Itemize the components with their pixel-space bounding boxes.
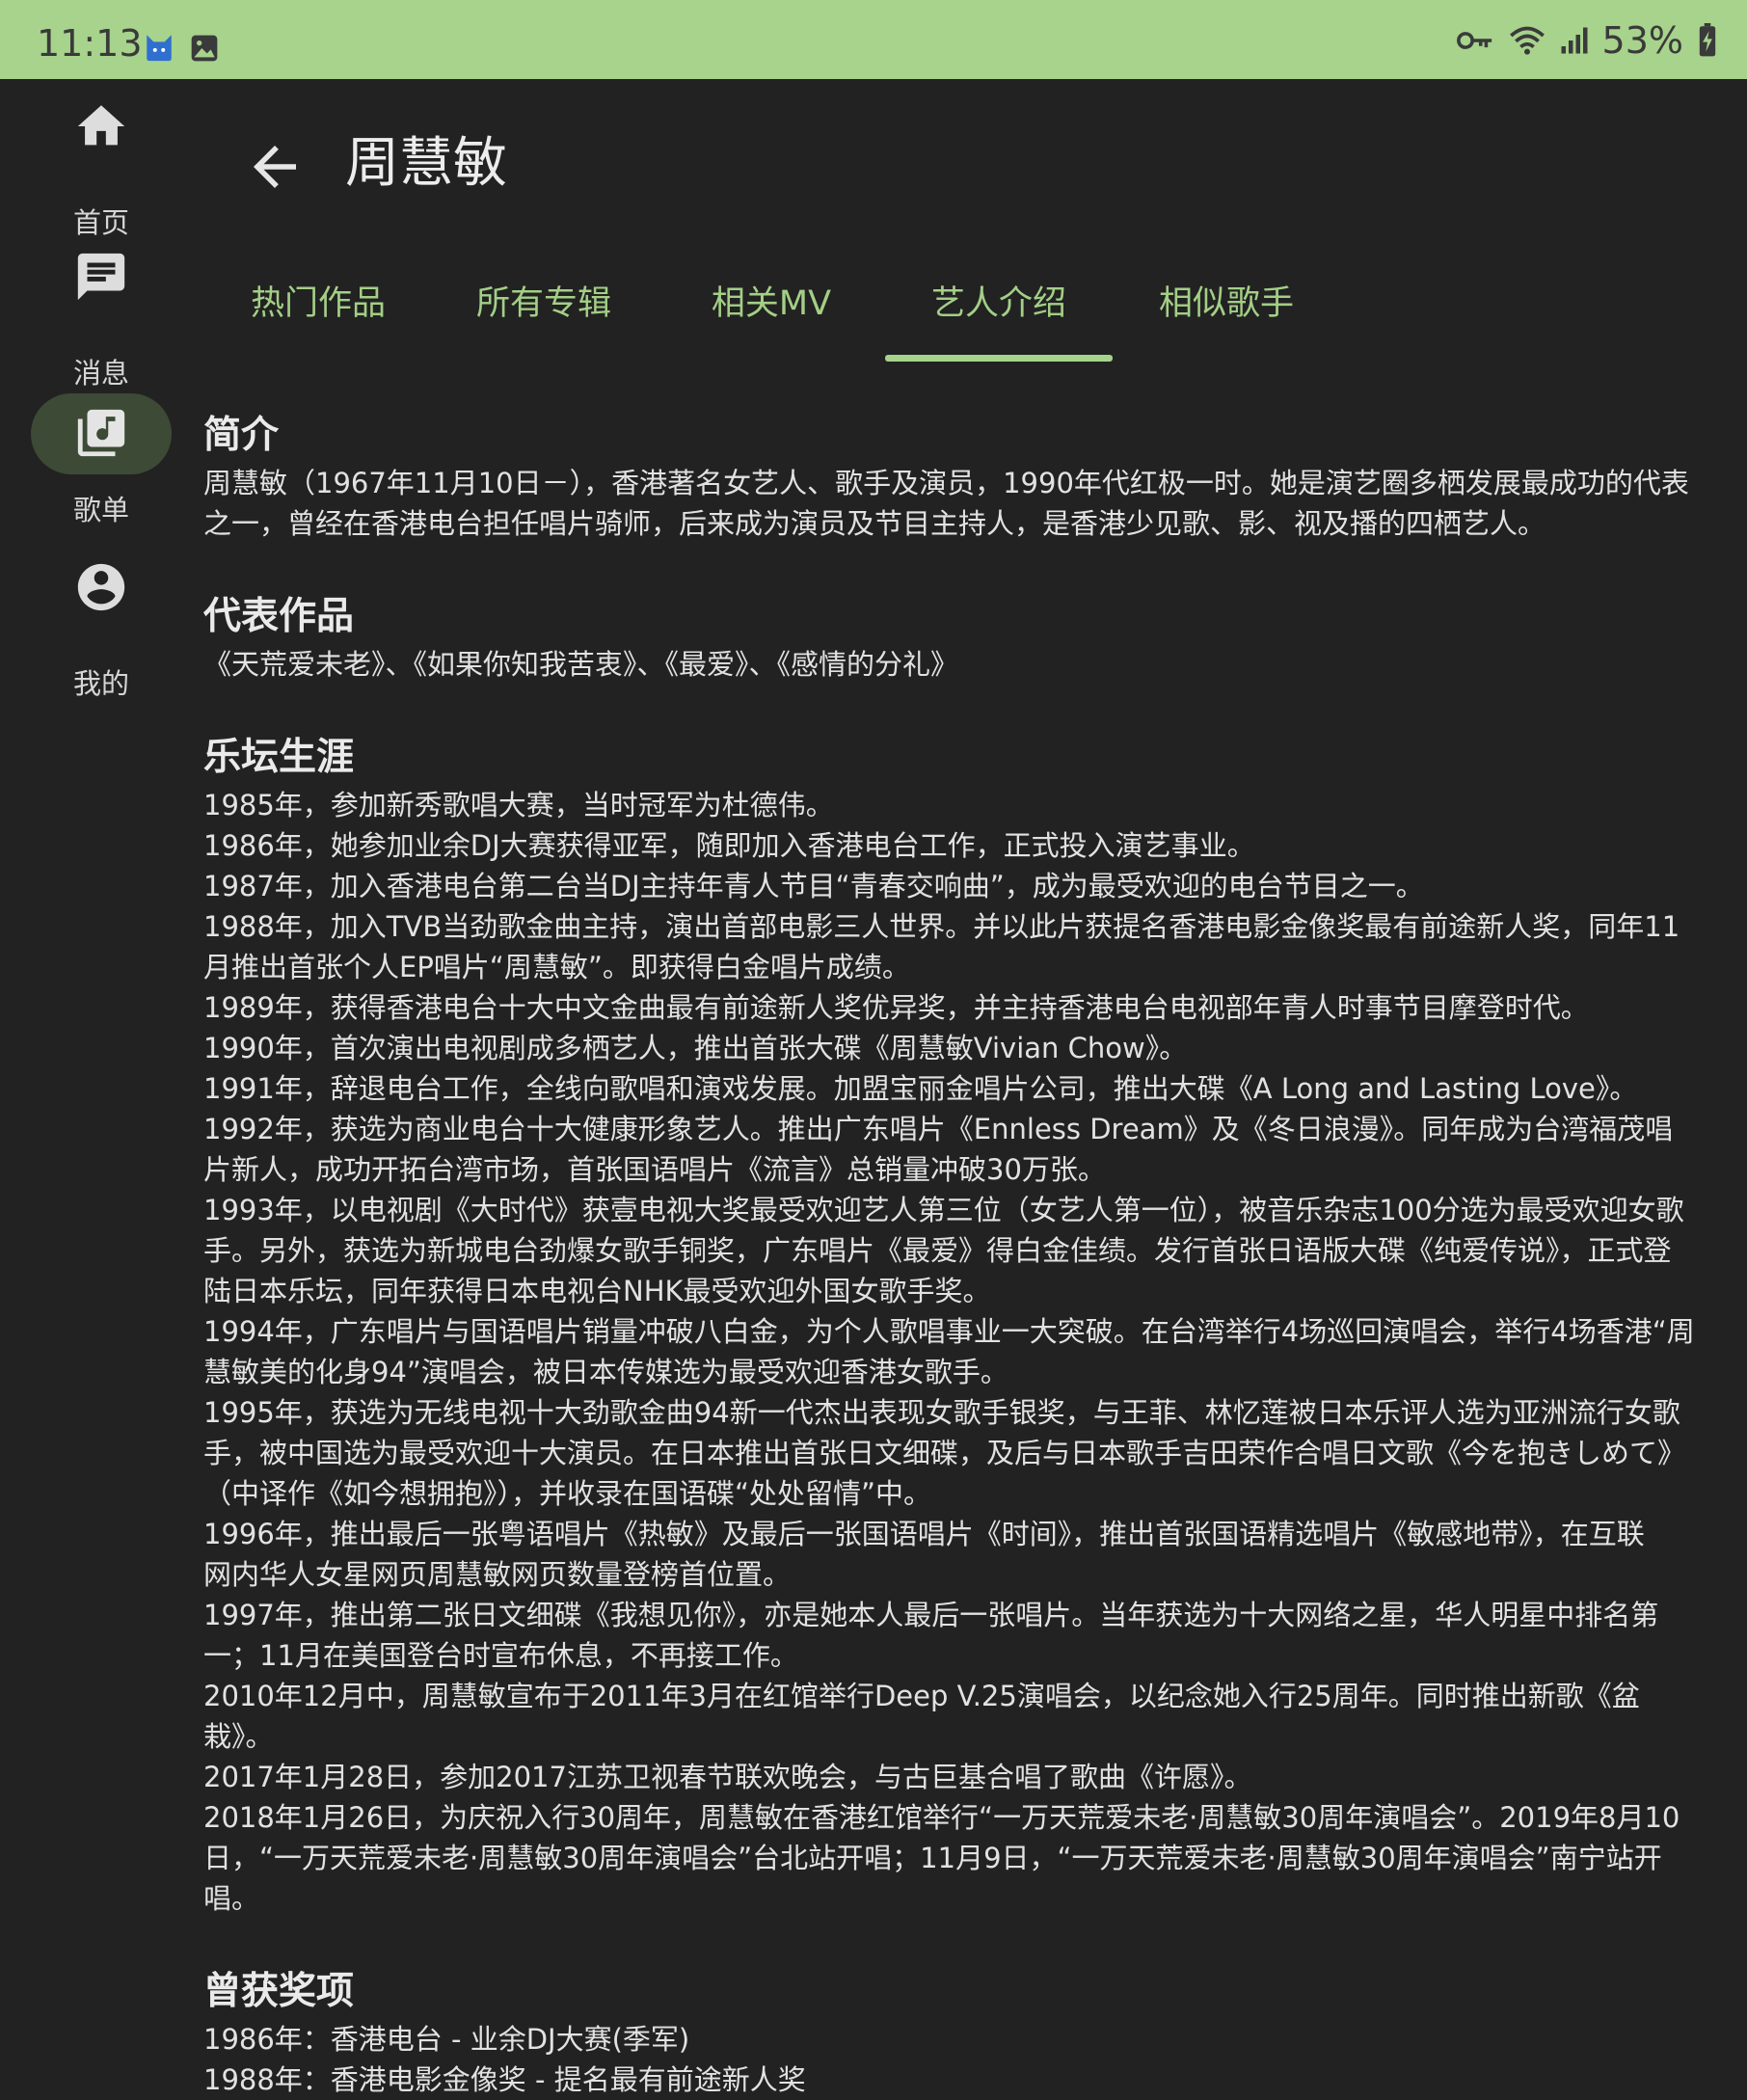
- battery-charging-icon: [1699, 23, 1716, 57]
- tab-similar-artists[interactable]: 相似歌手: [1147, 280, 1305, 328]
- text-line: 栽》。: [203, 1720, 274, 1753]
- nav-label-home: 首页: [72, 206, 129, 239]
- status-time: 11:13: [37, 22, 143, 65]
- text-line: 唱。: [203, 1882, 260, 1915]
- tab-artist-intro[interactable]: 艺人介绍: [920, 280, 1078, 328]
- text-line: 1987年，加入香港电台第二台当DJ主持年青人节目“青春交响曲”，成为最受欢迎的…: [203, 870, 1424, 902]
- text-line: 手，被中国选为最受欢迎十大演员。在日本推出首张日文细碟，及后与日本歌手吉田荣作合…: [203, 1437, 1686, 1469]
- text-line: 慧敏美的化身94”演唱会，被日本传媒选为最受欢迎香港女歌手。: [203, 1356, 1008, 1388]
- text-line: 1985年，参加新秀歌唱大赛，当时冠军为杜德伟。: [203, 789, 834, 821]
- section-title-career: 乐坛生涯: [203, 736, 355, 779]
- battery-percent: 53%: [1601, 19, 1683, 62]
- section-title-works: 代表作品: [203, 595, 355, 638]
- message-icon: [77, 253, 125, 301]
- account-icon: [77, 563, 125, 611]
- section-title-intro: 简介: [203, 414, 280, 457]
- text-line: 手。另外，获选为新城电台劲爆女歌手铜奖，广东唱片《最爱》得白金佳绩。发行首张日语…: [203, 1234, 1672, 1267]
- text-line: 1989年，获得香港电台十大中文金曲最有前途新人奖优异奖，并主持香港电台电视部年…: [203, 991, 1589, 1024]
- wifi-icon: [1509, 26, 1545, 55]
- nav-item-messages[interactable]: 消息: [0, 249, 202, 390]
- text-line: 1995年，获选为无线电视十大劲歌金曲94新一代杰出表现女歌手银奖，与王菲、林忆…: [203, 1396, 1680, 1429]
- text-line: 周慧敏（1967年11月10日－），香港著名女艺人、歌手及演员，1990年代红极…: [203, 467, 1689, 499]
- text-line: 1986年，她参加业余DJ大赛获得亚军，随即加入香港电台工作，正式投入演艺事业。: [203, 829, 1255, 862]
- tab-mv[interactable]: 相关MV: [698, 280, 845, 328]
- text-line: （中译作《如今想拥抱》），并收录在国语碟“处处留情”中。: [203, 1477, 932, 1510]
- nav-item-mine[interactable]: 我的: [0, 559, 202, 700]
- music-library-icon: [77, 409, 125, 457]
- text-line: 《天荒爱未老》、《如果你知我苦衷》、《最爱》、《感情的分礼》: [203, 648, 959, 681]
- vpn-key-icon: [1456, 32, 1492, 49]
- career-text: 1985年，参加新秀歌唱大赛，当时冠军为杜德伟。 1986年，她参加业余DJ大赛获…: [203, 785, 1746, 1919]
- text-line: 1988年：香港电影金像奖 - 提名最有前途新人奖: [203, 2063, 806, 2096]
- nav-label-messages: 消息: [72, 357, 129, 390]
- status-right: 53%: [1456, 21, 1718, 60]
- page-title: 周慧敏: [345, 132, 507, 195]
- text-line: 2017年1月28日，参加2017江苏卫视春节联欢晚会，与古巨基合唱了歌曲《许愿…: [203, 1761, 1252, 1793]
- text-line: 1997年，推出第二张日文细碟《我想见你》，亦是她本人最后一张唱片。当年获选为十…: [203, 1599, 1659, 1631]
- nav-label-playlists: 歌单: [72, 494, 129, 526]
- text-line: 片新人，成功开拓台湾市场，首张国语唱片《流言》总销量冲破30万张。: [203, 1153, 1106, 1186]
- section-title-awards: 曾获奖项: [203, 1970, 355, 2013]
- status-bar: 11:13 53%: [0, 0, 1747, 79]
- text-line: 2018年1月26日，为庆祝入行30周年，周慧敏在香港红馆举行“一万天荒爱未老·…: [203, 1801, 1680, 1834]
- text-line: 1988年，加入TVB当劲歌金曲主持，演出首部电影三人世界。并以此片获提名香港电…: [203, 910, 1680, 943]
- text-line: 1996年，推出最后一张粤语唱片《热敏》及最后一张国语唱片《时间》，推出首张国语…: [203, 1518, 1645, 1550]
- nav-item-playlists[interactable]: 歌单: [0, 393, 202, 528]
- text-line: 网内华人女星网页周慧敏网页数量登榜首位置。: [203, 1558, 792, 1591]
- text-line: 1986年：香港电台 - 业余DJ大赛(季军): [203, 2023, 690, 2056]
- tab-popular[interactable]: 热门作品: [239, 280, 397, 328]
- image-icon: [191, 35, 218, 62]
- text-line: 之一，曾经在香港电台担任唱片骑师，后来成为演员及节目主持人，是香港少见歌、影、视…: [203, 507, 1546, 540]
- tab-active-indicator: [885, 355, 1113, 362]
- text-line: 2010年12月中，周慧敏宣布于2011年3月在红馆举行Deep V.25演唱会…: [203, 1680, 1640, 1712]
- tab-albums[interactable]: 所有专辑: [465, 280, 623, 328]
- signal-icon: [1561, 27, 1588, 54]
- text-line: 1993年，以电视剧《大时代》获壹电视大奖最受欢迎艺人第三位（女艺人第一位），被…: [203, 1194, 1684, 1226]
- text-line: 月推出首张个人EP唱片“周慧敏”。即获得白金唱片成绩。: [203, 951, 910, 983]
- intro-text: 周慧敏（1967年11月10日－），香港著名女艺人、歌手及演员，1990年代红极…: [203, 463, 1746, 544]
- works-text: 《天荒爱未老》、《如果你知我苦衷》、《最爱》、《感情的分礼》: [203, 644, 1746, 685]
- awards-text: 1986年：香港电台 - 业余DJ大赛(季军) 1988年：香港电影金像奖 - 提…: [203, 2019, 1746, 2100]
- text-line: 一；11月在美国登台时宣布休息，不再接工作。: [203, 1639, 798, 1672]
- nav-label-mine: 我的: [72, 667, 129, 700]
- text-line: 日，“一万天荒爱未老·周慧敏30周年演唱会”台北站开唱；11月9日，“一万天荒爱…: [203, 1842, 1662, 1874]
- text-line: 陆日本乐坛，同年获得日本电视台NHK最受欢迎外国女歌手奖。: [203, 1275, 991, 1307]
- cat-icon: [147, 35, 172, 62]
- back-arrow-icon[interactable]: [243, 135, 307, 199]
- text-line: 1991年，辞退电台工作，全线向歌唱和演戏发展。加盟宝丽金唱片公司，推出大碟《A…: [203, 1072, 1638, 1105]
- nav-item-home[interactable]: 首页: [0, 98, 202, 239]
- text-line: 1990年，首次演出电视剧成多栖艺人，推出首张大碟《周慧敏Vivian Chow…: [203, 1032, 1188, 1064]
- home-icon: [77, 105, 125, 146]
- artist-intro-content: 简介 周慧敏（1967年11月10日－），香港著名女艺人、歌手及演员，1990年…: [203, 409, 1746, 2100]
- text-line: 1992年，获选为商业电台十大健康形象艺人。推出广东唱片《Ennless Dre…: [203, 1113, 1674, 1145]
- text-line: 1994年，广东唱片与国语唱片销量冲破八白金，为个人歌唱事业一大突破。在台湾举行…: [203, 1315, 1695, 1348]
